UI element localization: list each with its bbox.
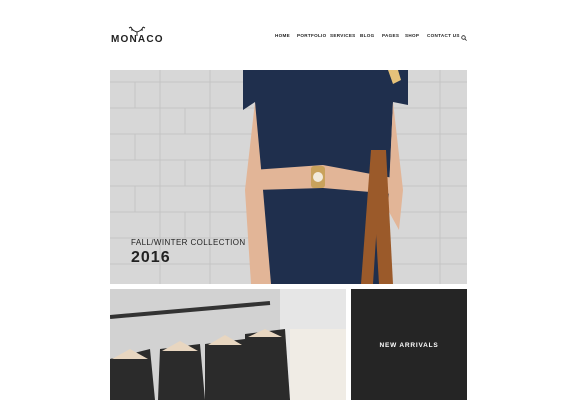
nav-blog[interactable]: BLOG bbox=[360, 33, 374, 38]
logo[interactable]: MONACO bbox=[111, 26, 164, 48]
hero-year: 2016 bbox=[131, 249, 171, 266]
hero-banner[interactable]: FALL/WINTER COLLECTION 2016 bbox=[110, 70, 467, 284]
nav-services[interactable]: SERVICES bbox=[330, 33, 356, 38]
site-header: MONACO HOME PORTFOLIO SERVICES BLOG PAGE… bbox=[0, 0, 580, 70]
clothing-rack-illustration bbox=[110, 289, 346, 400]
nav-home[interactable]: HOME bbox=[275, 33, 290, 38]
clothing-rack-image[interactable] bbox=[110, 289, 346, 400]
hero-subtitle: FALL/WINTER COLLECTION bbox=[131, 238, 246, 247]
search-icon[interactable] bbox=[461, 35, 467, 41]
new-arrivals-tile[interactable]: NEW ARRIVALS bbox=[351, 289, 467, 400]
logo-text: MONACO bbox=[111, 34, 164, 45]
nav-contact-us[interactable]: CONTACT US bbox=[427, 33, 460, 38]
new-arrivals-label: NEW ARRIVALS bbox=[379, 342, 439, 349]
nav-shop[interactable]: SHOP bbox=[405, 33, 419, 38]
model-photo bbox=[243, 70, 408, 284]
nav-portfolio[interactable]: PORTFOLIO bbox=[297, 33, 327, 38]
nav-pages[interactable]: PAGES bbox=[382, 33, 399, 38]
